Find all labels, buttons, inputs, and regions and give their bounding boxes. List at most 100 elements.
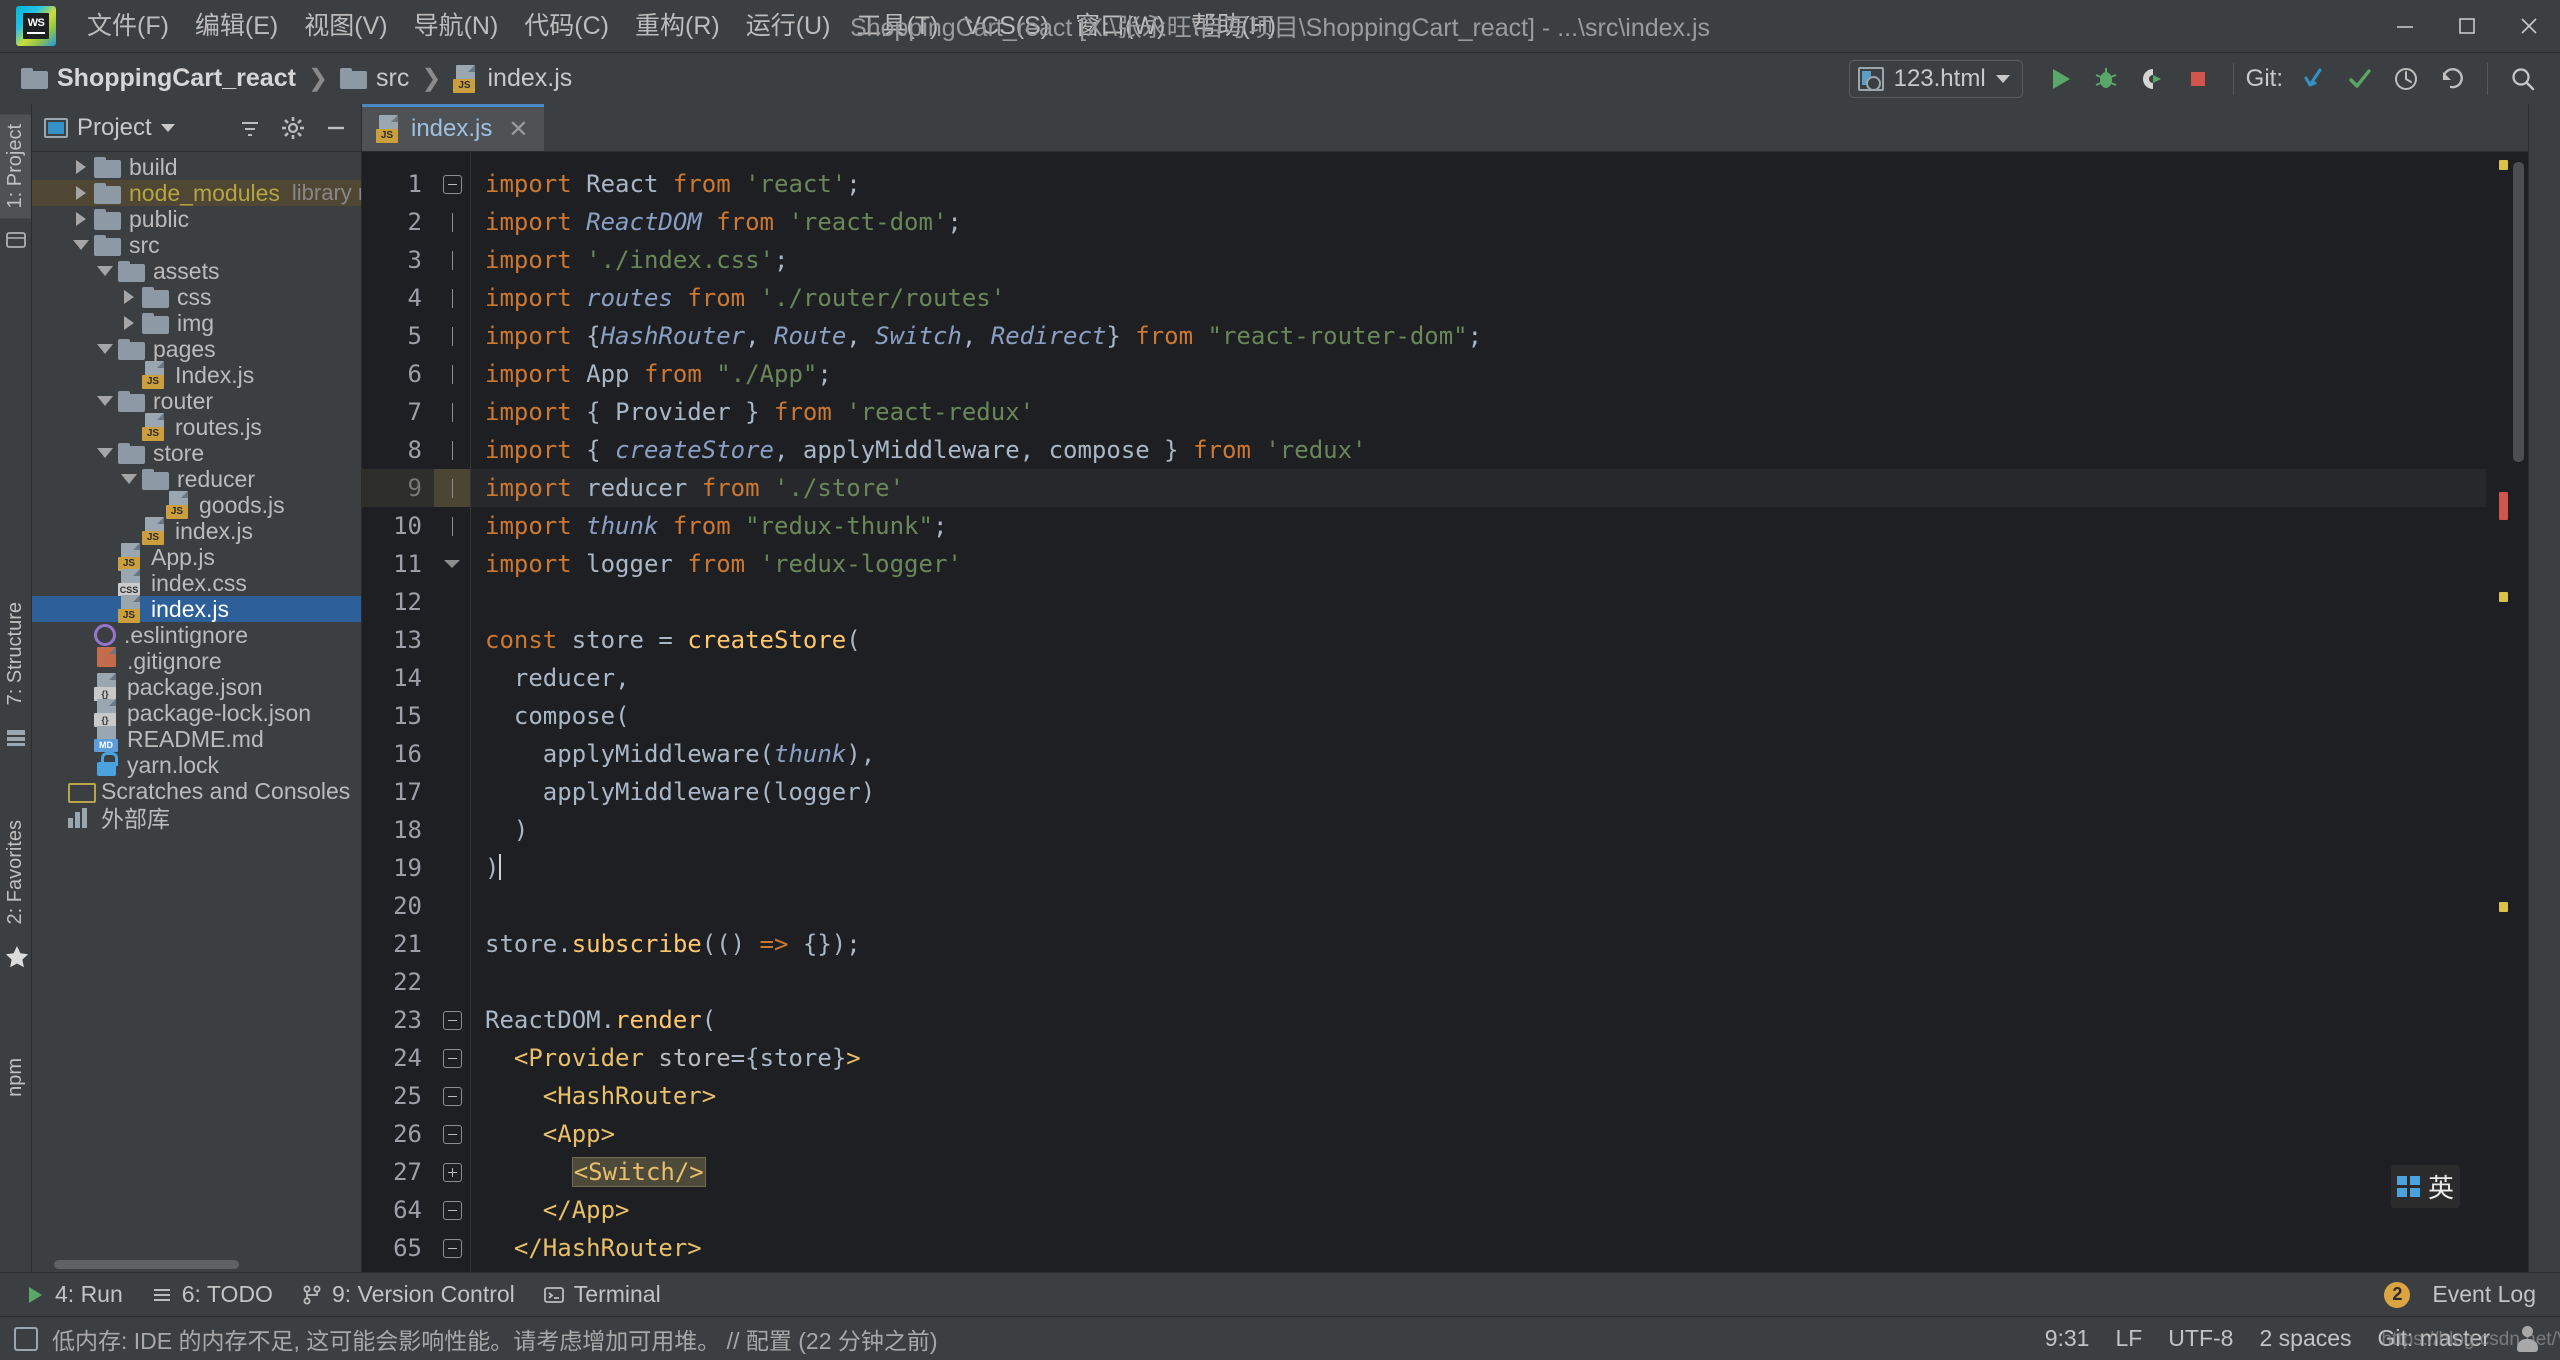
collapse-arrow-icon[interactable] <box>92 266 118 276</box>
expand-arrow-icon[interactable] <box>68 212 94 226</box>
line-separator[interactable]: LF <box>2115 1325 2142 1352</box>
tool-window-tab-favorites[interactable]: 2: Favorites <box>0 810 31 934</box>
favorites-star-icon[interactable] <box>4 944 28 968</box>
breadcrumb-item-src[interactable]: src <box>333 61 416 96</box>
collapse-arrow-icon[interactable] <box>92 396 118 406</box>
breadcrumb-item-file[interactable]: JS index.js <box>446 61 579 96</box>
tree-item-package-lock-json[interactable]: {} package-lock.json <box>32 699 361 727</box>
tree-item-router[interactable]: router <box>32 388 361 414</box>
hide-panel-button[interactable] <box>319 111 353 145</box>
file-encoding[interactable]: UTF-8 <box>2168 1325 2233 1352</box>
tree-item-build[interactable]: build <box>32 154 361 180</box>
menu-run[interactable]: 运行(U) <box>733 7 844 45</box>
close-button[interactable] <box>2498 0 2560 52</box>
menu-edit[interactable]: 编辑(E) <box>182 7 291 45</box>
run-button[interactable] <box>2037 56 2083 102</box>
menu-refactor[interactable]: 重构(R) <box>622 7 733 45</box>
tool-window-tab-project[interactable]: 1: Project <box>0 114 31 219</box>
breadcrumb-item-project[interactable]: ShoppingCart_react <box>14 61 303 96</box>
collapse-arrow-icon[interactable] <box>92 448 118 458</box>
git-commit-button[interactable] <box>2337 56 2383 102</box>
debug-button[interactable] <box>2083 56 2129 102</box>
settings-gear-icon[interactable] <box>276 111 310 145</box>
fold-region-expand[interactable] <box>434 1153 470 1191</box>
search-everywhere-button[interactable] <box>2500 56 2546 102</box>
menu-file[interactable]: 文件(F) <box>74 7 182 45</box>
fold-region-end[interactable] <box>434 545 470 583</box>
run-coverage-button[interactable] <box>2129 56 2175 102</box>
tree-item-external-libraries[interactable]: 外部库 <box>32 804 361 832</box>
chevron-down-icon[interactable] <box>160 123 175 132</box>
tree-item-css[interactable]: css <box>32 284 361 310</box>
commit-icon[interactable] <box>4 228 28 252</box>
error-stripe-markers[interactable] <box>2486 152 2510 1272</box>
fold-region-toggle[interactable] <box>434 1191 470 1229</box>
maximize-button[interactable] <box>2436 0 2498 52</box>
tree-item-yarn-lock[interactable]: yarn.lock <box>32 752 361 778</box>
close-tab-icon[interactable]: ✕ <box>508 115 528 144</box>
fold-region-toggle[interactable] <box>434 1077 470 1115</box>
tree-item-pages-index-js[interactable]: JS Index.js <box>32 361 361 389</box>
menu-navigate[interactable]: 导航(N) <box>401 7 512 45</box>
indent-setting[interactable]: 2 spaces <box>2259 1325 2351 1352</box>
tree-item-index-css[interactable]: CSS index.css <box>32 569 361 597</box>
tool-window-tab-npm[interactable]: npm <box>0 1048 31 1107</box>
expand-arrow-icon[interactable] <box>68 160 94 174</box>
marker-warning[interactable] <box>2499 160 2508 170</box>
editor-tab-index-js[interactable]: JS index.js ✕ <box>362 104 545 151</box>
tree-item-store-index-js[interactable]: JS index.js <box>32 517 361 545</box>
menu-tools[interactable]: 工具(T) <box>843 7 951 45</box>
stop-button[interactable] <box>2175 56 2221 102</box>
tree-item-gitignore[interactable]: .gitignore <box>32 647 361 674</box>
tree-item-store[interactable]: store <box>32 440 361 466</box>
fold-region-toggle[interactable] <box>434 1001 470 1039</box>
code-content[interactable]: import React from 'react'; import ReactD… <box>470 152 2486 1272</box>
collapse-arrow-icon[interactable] <box>116 474 142 484</box>
caret-position[interactable]: 9:31 <box>2045 1325 2090 1352</box>
menu-window[interactable]: 窗口(W) <box>1062 7 1178 45</box>
git-history-button[interactable] <box>2383 56 2429 102</box>
tree-item-node-modules[interactable]: node_modules library root <box>32 180 361 206</box>
menu-help[interactable]: 帮助(H) <box>1178 7 1289 45</box>
tree-item-src[interactable]: src <box>32 232 361 258</box>
collapse-all-button[interactable] <box>233 111 267 145</box>
code-editor[interactable]: 1 2 3 4 5 6 7 8 9 10 11 12 13 14 15 16 1 <box>362 152 2528 1272</box>
fold-region-toggle[interactable] <box>434 1229 470 1267</box>
database-icon[interactable] <box>4 726 28 750</box>
tree-item-eslintignore[interactable]: .eslintignore <box>32 622 361 648</box>
tree-item-goods-js[interactable]: JS goods.js <box>32 491 361 519</box>
git-update-button[interactable] <box>2291 56 2337 102</box>
expand-arrow-icon[interactable] <box>116 316 142 330</box>
tool-window-run[interactable]: 4: Run <box>12 1277 135 1312</box>
tree-item-index-js-selected[interactable]: JS index.js <box>32 595 361 623</box>
project-horizontal-scrollbar[interactable] <box>32 1256 361 1272</box>
menu-vcs[interactable]: VCS(S) <box>951 7 1062 45</box>
collapse-arrow-icon[interactable] <box>68 240 94 250</box>
marker-warning[interactable] <box>2499 592 2508 602</box>
collapse-arrow-icon[interactable] <box>92 344 118 354</box>
tree-item-readme-md[interactable]: MD README.md <box>32 726 361 752</box>
tool-window-todo[interactable]: 6: TODO <box>139 1277 285 1312</box>
git-rollback-button[interactable] <box>2429 56 2475 102</box>
project-file-tree[interactable]: build node_modules library root public <box>32 152 361 1256</box>
tree-item-scratches-and-consoles[interactable]: Scratches and Consoles <box>32 778 361 804</box>
inspection-widget-icon[interactable] <box>14 1326 38 1351</box>
menu-view[interactable]: 视图(V) <box>291 7 400 45</box>
fold-region-toggle[interactable] <box>434 1039 470 1077</box>
tool-window-tab-structure[interactable]: 7: Structure <box>0 592 31 715</box>
code-folding-gutter[interactable] <box>434 152 470 1272</box>
tree-item-pages[interactable]: pages <box>32 336 361 362</box>
marker-warning[interactable] <box>2499 902 2508 912</box>
menu-code[interactable]: 代码(C) <box>511 7 622 45</box>
tree-item-routes-js[interactable]: JS routes.js <box>32 413 361 441</box>
run-configuration-selector[interactable]: 123.html <box>1848 59 2023 98</box>
editor-vertical-scrollbar[interactable] <box>2510 152 2528 1272</box>
minimize-button[interactable] <box>2374 0 2436 52</box>
expand-arrow-icon[interactable] <box>68 186 94 200</box>
tree-item-package-json[interactable]: {} package.json <box>32 673 361 701</box>
tool-window-terminal[interactable]: Terminal <box>531 1277 673 1312</box>
fold-region-toggle[interactable] <box>434 1115 470 1153</box>
tree-item-assets[interactable]: assets <box>32 258 361 284</box>
event-log-button[interactable]: Event Log <box>2420 1277 2548 1312</box>
tree-item-app-js[interactable]: JS App.js <box>32 543 361 571</box>
